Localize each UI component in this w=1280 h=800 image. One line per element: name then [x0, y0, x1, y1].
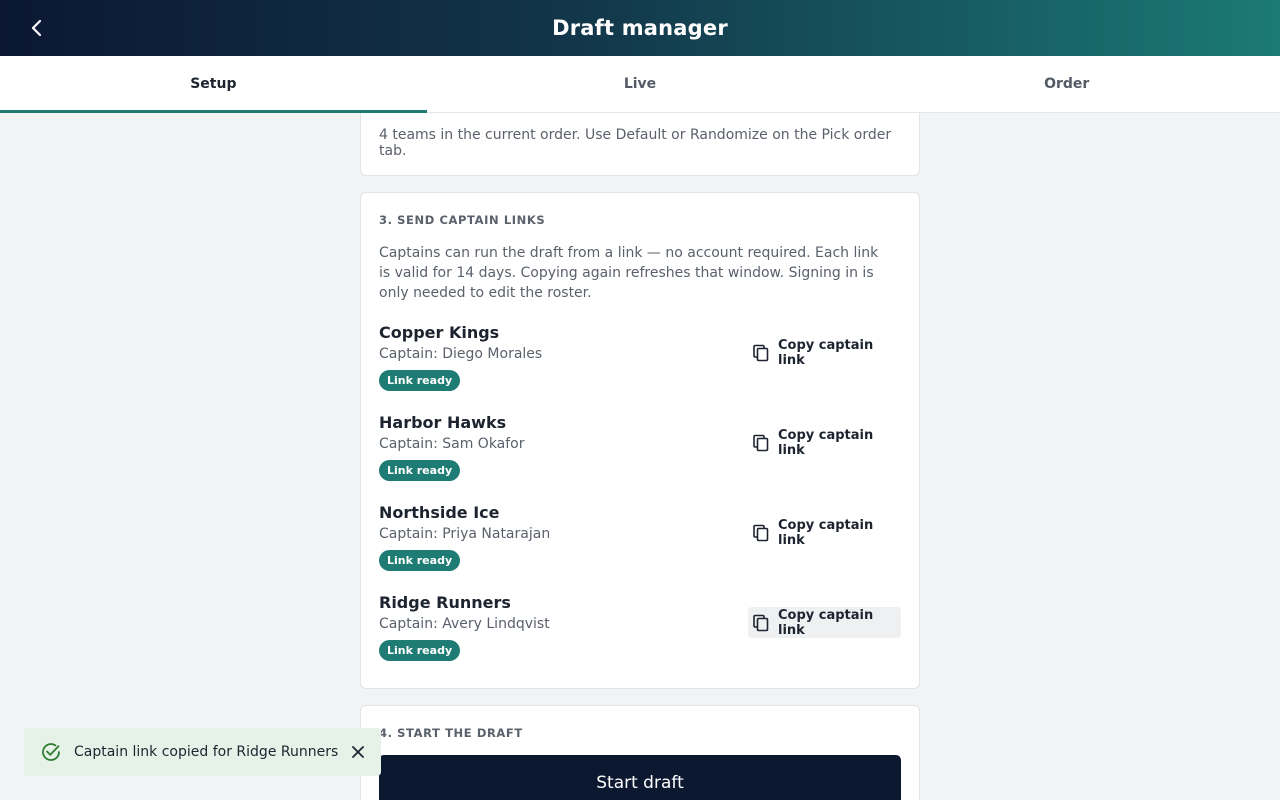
section-heading: 4. START THE DRAFT: [379, 726, 523, 740]
tab-order[interactable]: Order: [853, 56, 1280, 112]
copy-icon: [752, 434, 770, 452]
section-heading: 3. SEND CAPTAIN LINKS: [379, 213, 546, 227]
section-description: Captains can run the draft from a link —…: [379, 245, 879, 301]
team-captain: Captain: Priya Natarajan: [379, 526, 551, 542]
team-name: Harbor Hawks: [379, 413, 507, 432]
setup-content[interactable]: 4 teams in the current order. Use Defaul…: [0, 113, 1280, 800]
team-name: Copper Kings: [379, 323, 500, 342]
start-draft-card: 4. START THE DRAFT Start draft: [360, 705, 920, 800]
chevron-left-icon: [31, 19, 42, 37]
copy-captain-link-button[interactable]: Copy captain link: [748, 427, 901, 458]
team-captain: Captain: Diego Morales: [379, 346, 543, 362]
team-name: Northside Ice: [379, 503, 500, 522]
back-button[interactable]: [20, 12, 54, 44]
team-name: Ridge Runners: [379, 593, 511, 612]
copy-captain-link-button[interactable]: Copy captain link: [748, 517, 901, 548]
copy-captain-link-button[interactable]: Copy captain link: [748, 607, 901, 638]
check-circle-icon: [40, 741, 62, 763]
copy-icon: [752, 344, 770, 362]
copy-captain-link-button[interactable]: Copy captain link: [748, 337, 901, 368]
status-badge: Link ready: [379, 370, 461, 391]
copy-icon: [752, 614, 770, 632]
copy-icon: [752, 524, 770, 542]
tab-setup[interactable]: Setup: [0, 56, 427, 113]
status-badge: Link ready: [379, 640, 461, 661]
team-captain: Captain: Avery Lindqvist: [379, 616, 550, 632]
toast-message: Captain link copied for Ridge Runners: [74, 744, 339, 760]
app-header: Draft manager: [0, 0, 1280, 56]
status-badge: Link ready: [379, 460, 461, 481]
close-icon[interactable]: [343, 737, 373, 767]
copy-label: Copy captain link: [778, 607, 874, 638]
order-note: 4 teams in the current order. Use Defaul…: [379, 127, 892, 159]
team-captain: Captain: Sam Okafor: [379, 436, 525, 452]
tab-live[interactable]: Live: [427, 56, 854, 112]
tab-bar: Setup Live Order: [0, 56, 1280, 113]
start-draft-button[interactable]: Start draft: [379, 755, 901, 800]
copy-label: Copy captain link: [778, 337, 874, 368]
page-title: Draft manager: [552, 16, 728, 40]
team-row: Ridge Runners Captain: Avery Lindqvist L…: [379, 593, 901, 673]
team-row: Harbor Hawks Captain: Sam Okafor Link re…: [379, 413, 901, 493]
pick-order-card: 4 teams in the current order. Use Defaul…: [360, 113, 920, 176]
copy-label: Copy captain link: [778, 427, 874, 458]
team-row: Copper Kings Captain: Diego Morales Link…: [379, 323, 901, 403]
toast-notification: Captain link copied for Ridge Runners: [24, 728, 381, 776]
captain-links-card: 3. SEND CAPTAIN LINKS Captains can run t…: [360, 192, 920, 689]
status-badge: Link ready: [379, 550, 461, 571]
team-row: Northside Ice Captain: Priya Natarajan L…: [379, 503, 901, 583]
copy-label: Copy captain link: [778, 517, 874, 548]
